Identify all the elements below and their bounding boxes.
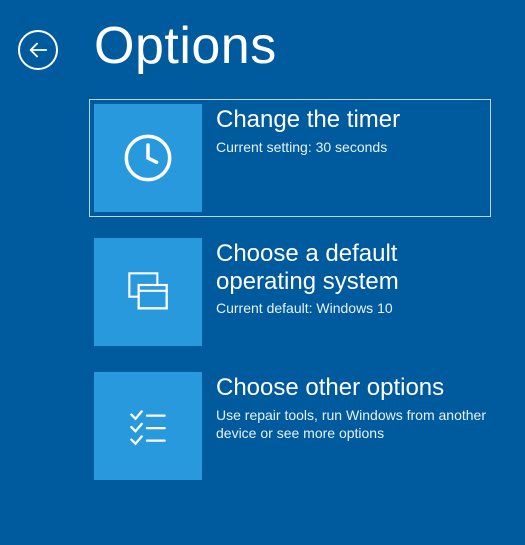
tile-title: Change the timer <box>216 106 486 134</box>
tile-text: Choose a default operating system Curren… <box>202 238 486 346</box>
tile-title: Choose other options <box>216 374 486 402</box>
clock-icon <box>94 104 202 212</box>
back-arrow-icon <box>27 39 49 61</box>
tile-subtitle: Current setting: 30 seconds <box>216 138 486 157</box>
windows-icon <box>94 238 202 346</box>
tile-subtitle: Use repair tools, run Windows from anoth… <box>216 406 486 444</box>
tile-other-options[interactable]: Choose other options Use repair tools, r… <box>90 368 490 484</box>
tile-change-timer[interactable]: Change the timer Current setting: 30 sec… <box>90 100 490 216</box>
tiles-container: Change the timer Current setting: 30 sec… <box>0 96 525 484</box>
page-title: Options <box>94 16 277 76</box>
header: Options <box>0 0 525 96</box>
tile-text: Choose other options Use repair tools, r… <box>202 372 486 480</box>
back-button[interactable] <box>18 30 58 70</box>
tile-title: Choose a default operating system <box>216 240 486 295</box>
tile-subtitle: Current default: Windows 10 <box>216 299 486 318</box>
tile-default-os[interactable]: Choose a default operating system Curren… <box>90 234 490 350</box>
tile-text: Change the timer Current setting: 30 sec… <box>202 104 486 212</box>
checklist-icon <box>94 372 202 480</box>
